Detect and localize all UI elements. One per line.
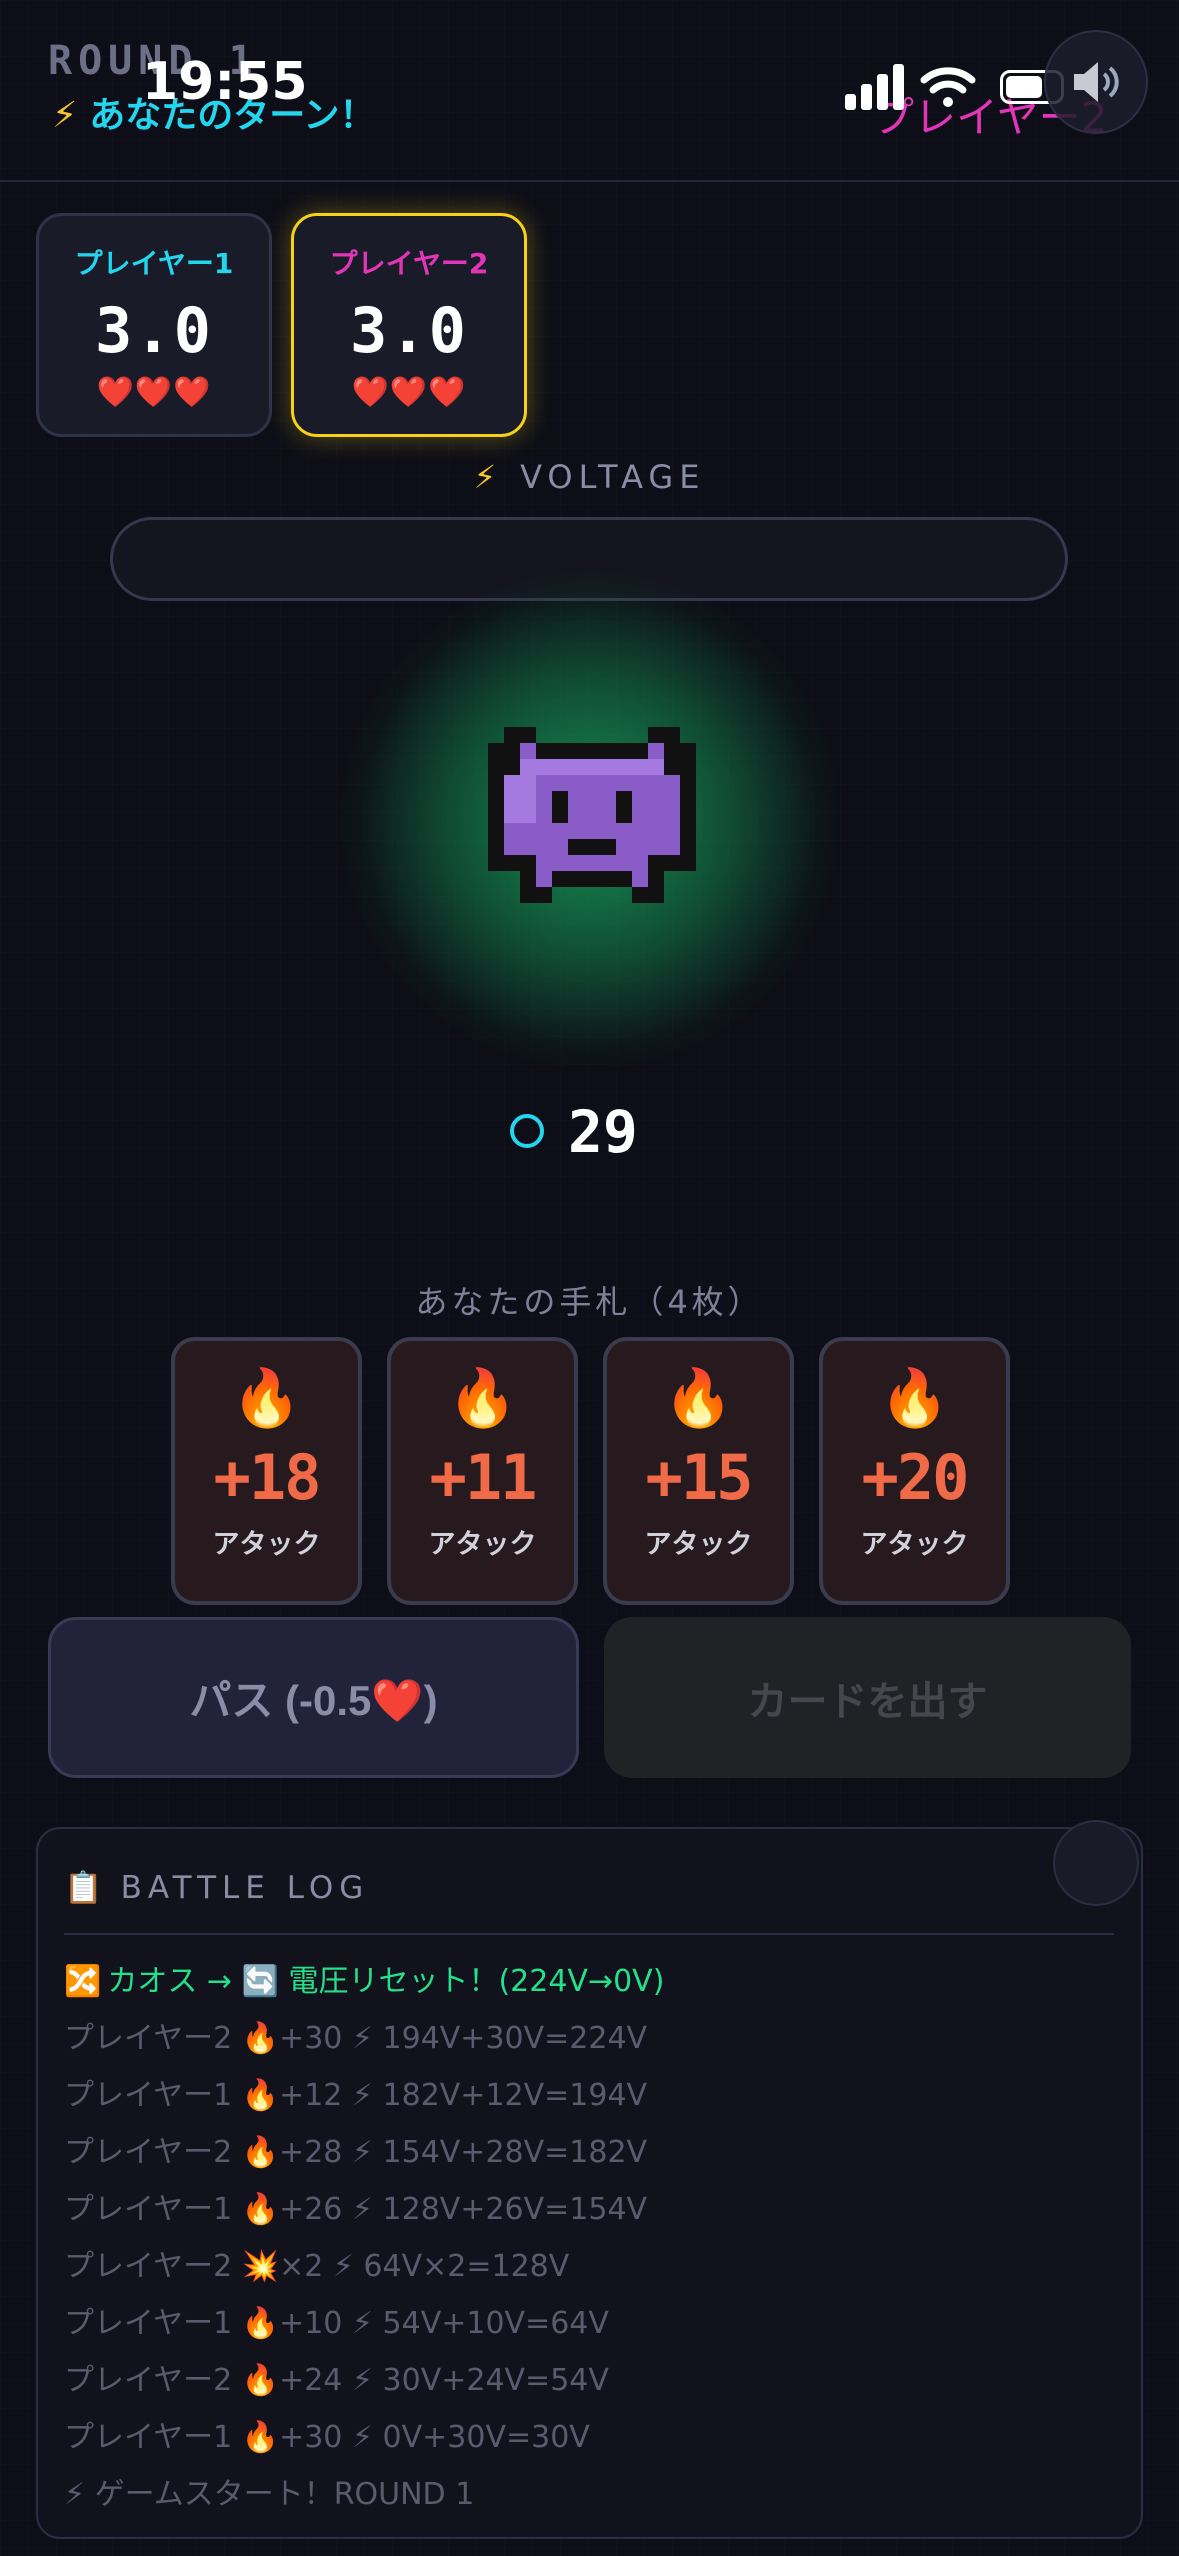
battle-log-panel: 📋 BATTLE LOG 🔀 カオス → 🔄 電圧リセット！(224V→0V) プレ… xyxy=(36,1827,1143,2539)
card-value: +15 xyxy=(645,1441,754,1514)
status-bar-time: 19:55 xyxy=(142,52,308,112)
top-bar: ROUND 1 ⚡ あなたのターン！ プレイヤー2 19:55 xyxy=(0,0,1179,182)
player-name: プレイヤー2 xyxy=(329,247,489,280)
card-type: アタック xyxy=(644,1529,753,1560)
hand-label: あなたの手札（4枚） xyxy=(415,1283,764,1321)
player-name: プレイヤー1 xyxy=(74,247,234,280)
player-1-card: プレイヤー1 3.0 ❤️❤️❤️ xyxy=(36,213,272,437)
card-type: アタック xyxy=(428,1529,537,1560)
alien-monster-icon xyxy=(488,727,696,903)
hand-card[interactable]: 🔥 +18 アタック xyxy=(171,1337,362,1605)
cellular-signal-icon xyxy=(845,62,905,110)
battle-log-list[interactable]: 🔀 カオス → 🔄 電圧リセット！(224V→0V) プレイヤー2 🔥+30 ⚡ … xyxy=(64,1953,1124,2523)
card-type: アタック xyxy=(212,1529,321,1560)
log-entry: プレイヤー2 🔥+30 ⚡ 194V+30V=224V xyxy=(64,2021,648,2056)
player-score: 3.0 xyxy=(95,294,213,367)
log-entry: プレイヤー2 💥×2 ⚡ 64V×2=128V xyxy=(64,2249,570,2284)
log-entry: プレイヤー1 🔥+30 ⚡ 0V+30V=30V xyxy=(64,2420,590,2455)
fire-icon: 🔥 xyxy=(879,1366,950,1431)
log-entry: プレイヤー2 🔥+28 ⚡ 154V+28V=182V xyxy=(64,2135,648,2170)
log-entry: プレイヤー1 🔥+10 ⚡ 54V+10V=64V xyxy=(64,2306,609,2341)
hand-card[interactable]: 🔥 +11 アタック xyxy=(387,1337,578,1605)
deck-count: 29 xyxy=(568,1098,638,1166)
player-2-card: プレイヤー2 3.0 ❤️❤️❤️ xyxy=(291,213,527,437)
play-card-button[interactable]: カードを出す xyxy=(604,1617,1131,1778)
player-lives: ❤️❤️❤️ xyxy=(351,375,467,410)
log-entry: ⚡ ゲームスタート！ROUND 1 xyxy=(64,2477,475,2512)
pass-button[interactable]: パス (-0.5❤️) xyxy=(48,1617,579,1778)
battle-log-title: 📋 BATTLE LOG xyxy=(64,1870,370,1906)
fire-icon: 🔥 xyxy=(447,1366,518,1431)
card-value: +11 xyxy=(429,1441,538,1514)
lightning-icon: ⚡ xyxy=(473,458,503,496)
fire-icon: 🔥 xyxy=(663,1366,734,1431)
fire-icon: 🔥 xyxy=(231,1366,302,1431)
card-type: アタック xyxy=(860,1529,969,1560)
log-entry: プレイヤー1 🔥+26 ⚡ 128V+26V=154V xyxy=(64,2192,648,2227)
card-value: +20 xyxy=(861,1441,970,1514)
log-entry: 🔀 カオス → 🔄 電圧リセット！(224V→0V) xyxy=(64,1964,665,1999)
circle-icon xyxy=(510,1114,544,1148)
player-lives: ❤️❤️❤️ xyxy=(96,375,212,410)
voltage-label: ⚡ VOLTAGE xyxy=(473,458,706,496)
speaker-icon xyxy=(1074,62,1119,102)
scroll-top-button[interactable] xyxy=(1053,1820,1139,1906)
log-entry: プレイヤー1 🔥+12 ⚡ 182V+12V=194V xyxy=(64,2078,648,2113)
card-value: +18 xyxy=(213,1441,322,1514)
player-score: 3.0 xyxy=(350,294,468,367)
hand-card[interactable]: 🔥 +20 アタック xyxy=(819,1337,1010,1605)
log-entry: プレイヤー2 🔥+24 ⚡ 30V+24V=54V xyxy=(64,2363,609,2398)
sound-toggle-button[interactable] xyxy=(1044,30,1148,134)
lightning-icon: ⚡ xyxy=(52,95,78,136)
hand-card[interactable]: 🔥 +15 アタック xyxy=(603,1337,794,1605)
wifi-icon xyxy=(920,67,976,107)
shuffle-icon: 🔀 xyxy=(64,1964,102,1999)
divider xyxy=(64,1933,1114,1935)
clipboard-icon: 📋 xyxy=(64,1870,103,1906)
